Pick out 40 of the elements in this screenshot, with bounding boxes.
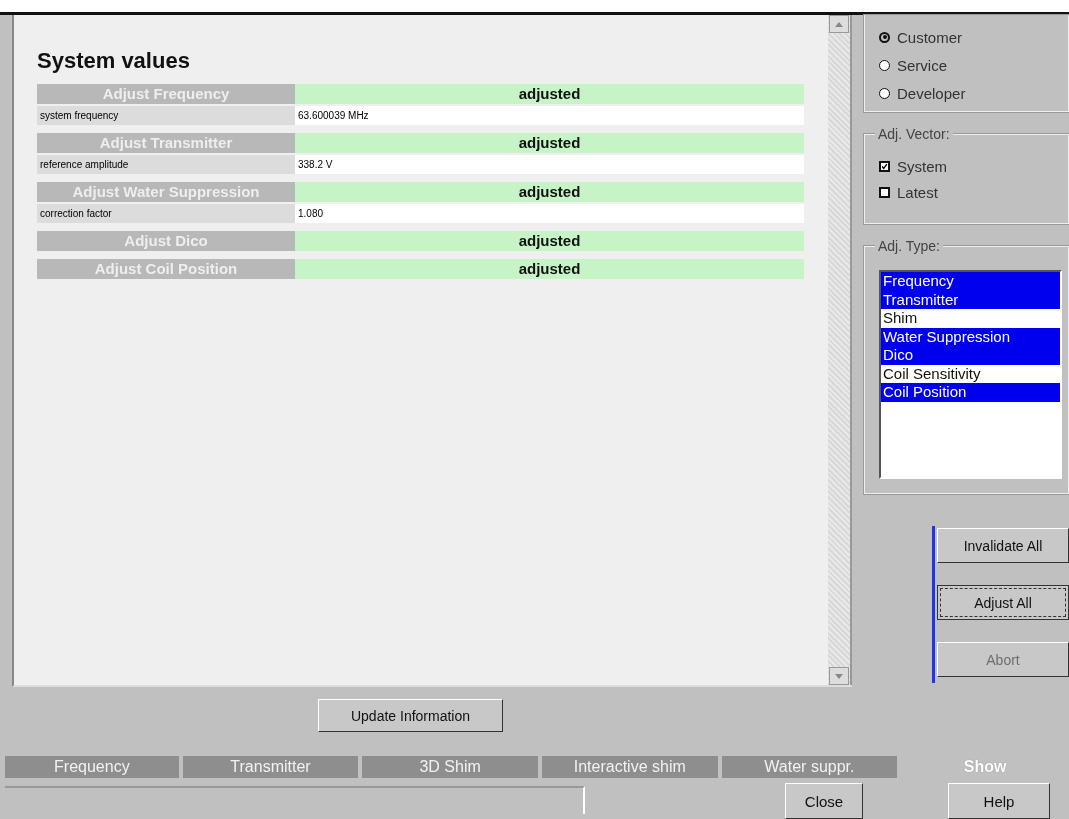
checkbox[interactable] [879, 160, 890, 172]
list-item[interactable]: Frequency [881, 272, 1060, 291]
scroll-up-button[interactable] [829, 15, 849, 33]
scroll-down-button[interactable] [829, 667, 849, 685]
close-button[interactable]: Close [785, 783, 863, 819]
parameter-value: 63.600039 MHz [295, 106, 804, 125]
status-cell: adjusted [295, 133, 804, 153]
parameter-label: reference amplitude [37, 155, 295, 174]
status-cell: adjusted [295, 259, 804, 279]
list-item[interactable]: Water Suppression [881, 327, 1060, 346]
checkbox-label[interactable]: System [897, 157, 947, 175]
parameter-value: 338.2 V [295, 155, 804, 174]
radio-label[interactable]: Developer [897, 84, 966, 102]
group-title: Adj. Vector: [875, 126, 953, 142]
status-cell: adjusted [295, 231, 804, 251]
parameter-label: system frequency [37, 106, 295, 125]
action-button[interactable]: Invalidate All [937, 528, 1069, 563]
radio-button[interactable] [879, 31, 890, 43]
help-button[interactable]: Help [948, 783, 1050, 819]
list-item[interactable]: Coil Position [881, 383, 1060, 402]
radio-label[interactable]: Customer [897, 28, 963, 46]
down-arrow-icon [835, 673, 843, 679]
scrollbar[interactable] [828, 15, 852, 685]
page-title: System values [37, 48, 191, 74]
list-item[interactable]: Shim [881, 309, 1060, 328]
checkbox-label[interactable]: Latest [897, 183, 938, 201]
radio-button[interactable] [879, 87, 890, 99]
radio-label[interactable]: Service [897, 56, 948, 74]
checkbox[interactable] [879, 186, 890, 198]
list-item[interactable]: Dico [881, 346, 1060, 365]
group-title: Adj. Type: [875, 238, 943, 254]
status-cell: adjusted [295, 84, 804, 104]
radio-button[interactable] [879, 59, 890, 71]
status-cell: adjusted [295, 182, 804, 202]
update-information-button[interactable]: Update Information [318, 699, 503, 732]
up-arrow-icon [835, 21, 843, 27]
action-button[interactable]: Adjust All [937, 585, 1069, 620]
list-item[interactable]: Coil Sensitivity [881, 364, 1060, 383]
parameter-value: 1.080 [295, 204, 804, 223]
parameter-label: correction factor [37, 204, 295, 223]
